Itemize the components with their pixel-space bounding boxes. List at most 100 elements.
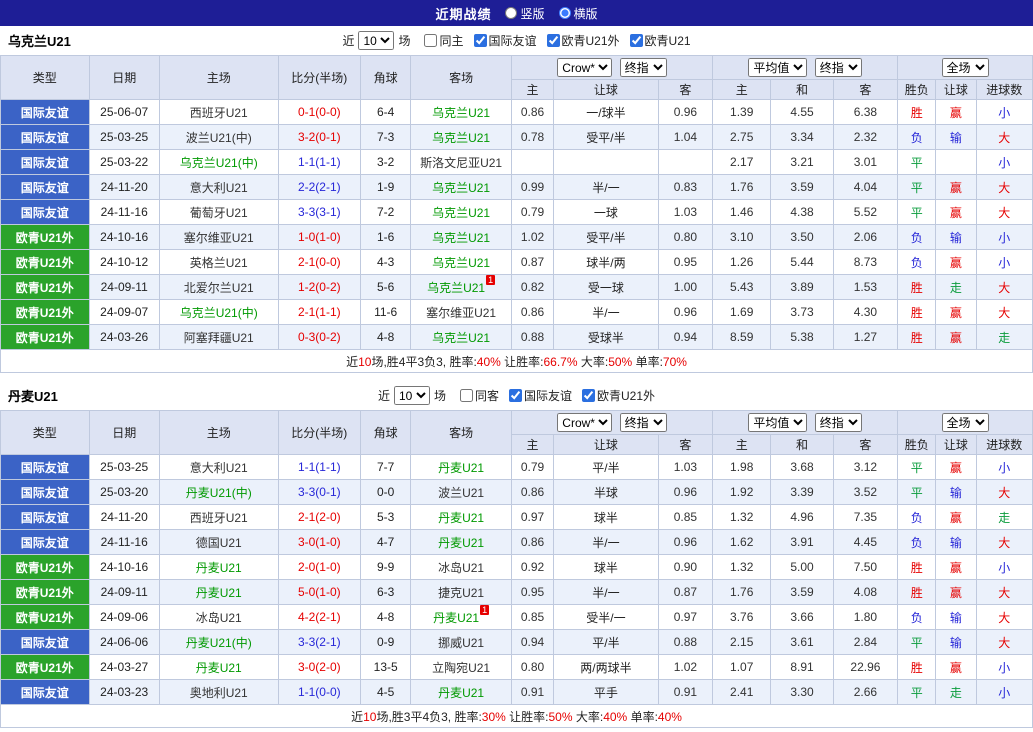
away-team-name[interactable]: 冰岛U21: [410, 554, 512, 580]
layout-radio-input[interactable]: [558, 7, 571, 19]
checkbox-input[interactable]: [629, 34, 643, 47]
checkbox-input[interactable]: [582, 389, 596, 402]
filter-checkbox[interactable]: 欧青U21: [629, 32, 691, 49]
col-header-type: 类型: [0, 410, 90, 455]
avg-home-odds: 3.10: [712, 224, 772, 250]
home-team-name[interactable]: 意大利U21: [158, 174, 279, 200]
away-team-name[interactable]: 乌克兰U21: [410, 224, 512, 250]
filter-checkbox[interactable]: 欧青U21外: [546, 32, 620, 49]
home-team-name[interactable]: 英格兰U21: [158, 249, 279, 275]
handicap-odds-group: Crow* 终指: [510, 55, 714, 80]
away-team-name[interactable]: 捷克U21: [410, 579, 512, 605]
away-team-name[interactable]: 丹麦U21: [410, 454, 512, 480]
away-team-name[interactable]: 乌克兰U21: [410, 324, 512, 350]
result-goals: 大: [975, 579, 1033, 605]
result-handicap: 赢: [935, 654, 977, 680]
handicap-line: 两/两球半: [553, 654, 659, 680]
result-win-draw-loss: 平: [897, 629, 937, 655]
match-type: 欧青U21外: [0, 274, 90, 300]
away-team-name[interactable]: 波兰U21: [410, 479, 512, 505]
home-team-name[interactable]: 波兰U21(中): [158, 124, 279, 150]
result-goals: 小: [975, 99, 1033, 125]
away-team-name[interactable]: 丹麦U21: [410, 504, 512, 530]
home-team-name[interactable]: 乌克兰U21(中): [158, 299, 279, 325]
away-team-name[interactable]: 乌克兰U21: [410, 174, 512, 200]
checkbox-input[interactable]: [546, 34, 560, 47]
home-team-name[interactable]: 德国U21: [158, 529, 279, 555]
away-team-name[interactable]: 乌克兰U211: [410, 274, 512, 300]
home-team-name[interactable]: 丹麦U21(中): [158, 629, 279, 655]
home-team-name[interactable]: 乌克兰U21(中): [158, 149, 279, 175]
handicap-home-odds: 0.97: [510, 504, 555, 530]
bookmaker-select[interactable]: Crow*: [557, 58, 613, 77]
away-team-name[interactable]: 丹麦U211: [410, 604, 512, 630]
result-win-draw-loss: 胜: [897, 274, 937, 300]
layout-radio-vertical[interactable]: 竖版: [505, 5, 545, 22]
period-select[interactable]: 全场: [941, 58, 989, 77]
match-count-select[interactable]: 10: [358, 31, 395, 50]
avg-draw-odds: 3.50: [770, 224, 834, 250]
odds-stage-select[interactable]: 终指: [619, 58, 667, 77]
filter-checkbox[interactable]: 国际友谊: [509, 387, 572, 404]
bookmaker-select[interactable]: Crow*: [557, 413, 613, 432]
home-team-name[interactable]: 冰岛U21: [158, 604, 279, 630]
match-date: 25-03-20: [88, 479, 160, 505]
checkbox-input[interactable]: [424, 34, 438, 47]
home-team-name[interactable]: 阿塞拜疆U21: [158, 324, 279, 350]
layout-radio-horizontal[interactable]: 横版: [558, 5, 598, 22]
filter-checkbox[interactable]: 欧青U21外: [582, 387, 655, 404]
home-team-name[interactable]: 丹麦U21: [158, 579, 279, 605]
home-team-name[interactable]: 丹麦U21(中): [158, 479, 279, 505]
checkbox-input[interactable]: [459, 389, 473, 402]
result-goals: 小: [975, 224, 1033, 250]
filter-checkbox[interactable]: 同客: [459, 387, 499, 404]
avg-away-odds: 5.52: [832, 199, 899, 225]
match-date: 24-03-26: [88, 324, 160, 350]
home-team-name[interactable]: 奥地利U21: [158, 679, 279, 705]
result-win-draw-loss: 平: [897, 679, 937, 705]
away-team-name[interactable]: 丹麦U21: [410, 679, 512, 705]
away-team-name[interactable]: 斯洛文尼亚U21: [410, 149, 512, 175]
filter-bar: 近 10 场 同客 国际友谊 欧青U21外: [378, 386, 655, 405]
away-team-name[interactable]: 丹麦U21: [410, 529, 512, 555]
summary-label: 让胜率:: [505, 709, 549, 724]
team-name: 乌克兰U21: [8, 34, 71, 49]
corner-score: 11-6: [360, 299, 412, 325]
filter-checkbox[interactable]: 国际友谊: [473, 32, 537, 49]
average-stage-select[interactable]: 终指: [814, 58, 862, 77]
home-team-name[interactable]: 西班牙U21: [158, 99, 279, 125]
average-select[interactable]: 平均值: [748, 413, 808, 432]
period-select[interactable]: 全场: [941, 413, 989, 432]
summary-value: 70%: [662, 354, 687, 369]
away-team-name[interactable]: 乌克兰U21: [410, 249, 512, 275]
handicap-home-odds: 0.87: [510, 249, 555, 275]
corner-score: 4-8: [360, 324, 412, 350]
away-team-name[interactable]: 挪威U21: [410, 629, 512, 655]
home-team-name[interactable]: 丹麦U21: [158, 554, 279, 580]
odds-stage-select[interactable]: 终指: [619, 413, 667, 432]
filter-checkbox[interactable]: 同主: [424, 32, 464, 49]
layout-radio-input[interactable]: [505, 7, 518, 19]
result-handicap: 走: [935, 274, 977, 300]
home-team-name[interactable]: 葡萄牙U21: [158, 199, 279, 225]
home-team-name[interactable]: 塞尔维亚U21: [158, 224, 279, 250]
average-select[interactable]: 平均值: [748, 58, 808, 77]
handicap-away-odds: 0.80: [657, 224, 714, 250]
average-stage-select[interactable]: 终指: [814, 413, 862, 432]
checkbox-input[interactable]: [509, 389, 522, 402]
away-team-name[interactable]: 乌克兰U21: [410, 124, 512, 150]
avg-away-odds: 3.01: [832, 149, 899, 175]
handicap-line: 平/半: [553, 454, 659, 480]
home-team-name[interactable]: 丹麦U21: [158, 654, 279, 680]
corner-score: 0-9: [360, 629, 412, 655]
match-count-select[interactable]: 10: [393, 386, 430, 405]
away-team-name[interactable]: 乌克兰U21: [410, 99, 512, 125]
home-team-name[interactable]: 北爱尔兰U21: [158, 274, 279, 300]
checkbox-input[interactable]: [473, 34, 487, 47]
away-team-name[interactable]: 乌克兰U21: [410, 199, 512, 225]
home-team-name[interactable]: 意大利U21: [158, 454, 279, 480]
subcol-result-goals: 进球数: [975, 434, 1033, 455]
away-team-name[interactable]: 塞尔维亚U21: [410, 299, 512, 325]
away-team-name[interactable]: 立陶宛U21: [410, 654, 512, 680]
home-team-name[interactable]: 西班牙U21: [158, 504, 279, 530]
